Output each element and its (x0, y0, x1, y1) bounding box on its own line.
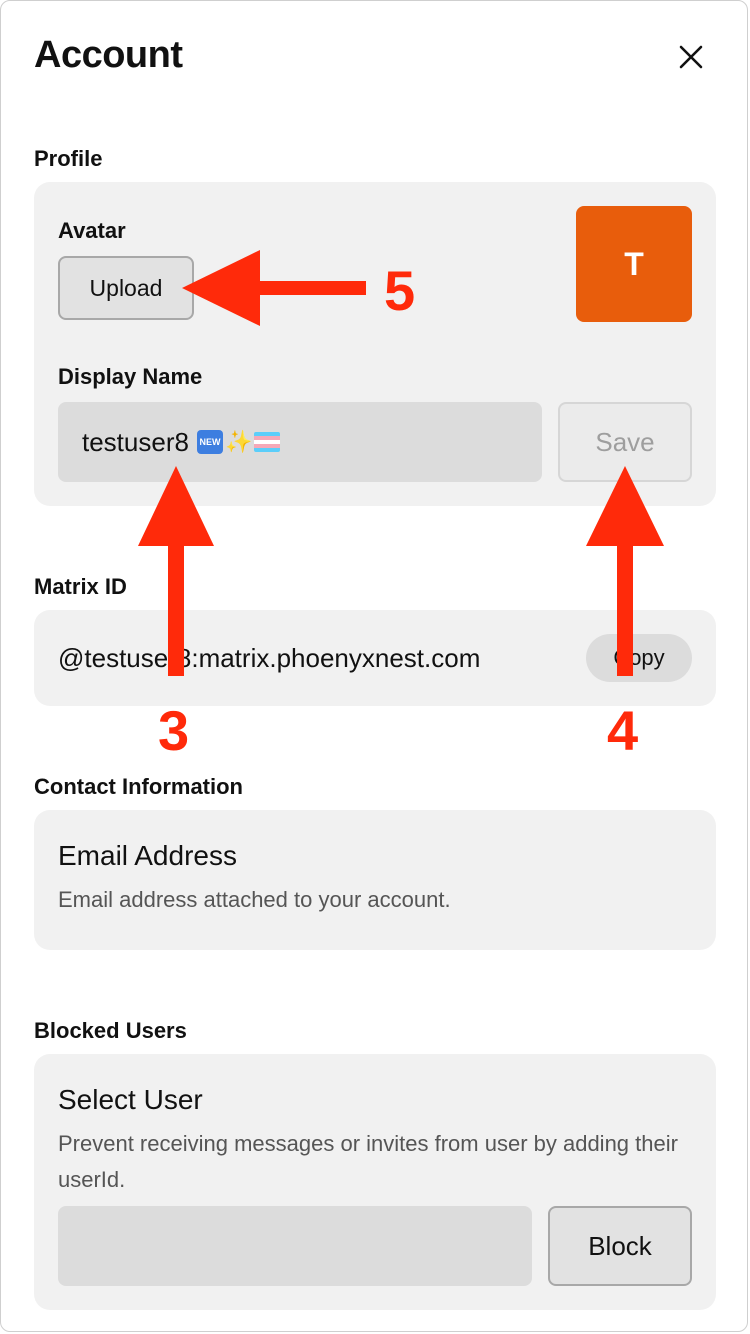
new-button-emoji-icon: NEW (196, 430, 223, 454)
email-address-title: Email Address (58, 840, 237, 871)
contact-card: Email Address Email address attached to … (34, 810, 716, 950)
transgender-flag-emoji-icon (254, 432, 281, 452)
profile-card: Avatar Upload T Display Name testuser8 N… (34, 182, 716, 506)
annotation-marker-5: 5 (384, 259, 416, 322)
display-name-input[interactable]: testuser8 NEW ✨ (58, 402, 542, 482)
select-user-description: Prevent receiving messages or invites fr… (58, 1131, 678, 1192)
contact-section-label: Contact Information (34, 774, 243, 799)
close-icon (679, 45, 703, 69)
sparkles-emoji-icon: ✨ (224, 429, 253, 454)
matrix-section-label: Matrix ID (34, 574, 127, 599)
user-id-input[interactable] (58, 1206, 532, 1286)
select-user-title: Select User (58, 1084, 203, 1115)
profile-section-label: Profile (34, 146, 103, 171)
email-address-description: Email address attached to your account. (58, 887, 451, 912)
save-button[interactable]: Save (558, 402, 692, 482)
copy-button[interactable]: Copy (586, 634, 692, 682)
matrix-id-card: @testuser8:matrix.phoenyxnest.com Copy (34, 610, 716, 706)
matrix-id-value: @testuser8:matrix.phoenyxnest.com (58, 642, 481, 673)
avatar-initial: T (624, 245, 644, 282)
display-name-label: Display Name (58, 364, 203, 389)
blocked-users-card: Select User Prevent receiving messages o… (34, 1054, 716, 1310)
annotation-marker-4: 4 (607, 699, 639, 762)
annotation-marker-3: 3 (158, 699, 190, 762)
page-title: Account (34, 34, 183, 76)
avatar-label: Avatar (58, 218, 126, 243)
block-button[interactable]: Block (548, 1206, 692, 1286)
blocked-section-label: Blocked Users (34, 1018, 187, 1043)
avatar: T (576, 206, 692, 322)
close-button[interactable] (672, 38, 710, 76)
upload-button[interactable]: Upload (58, 256, 194, 320)
display-name-value: testuser8 (82, 426, 189, 457)
